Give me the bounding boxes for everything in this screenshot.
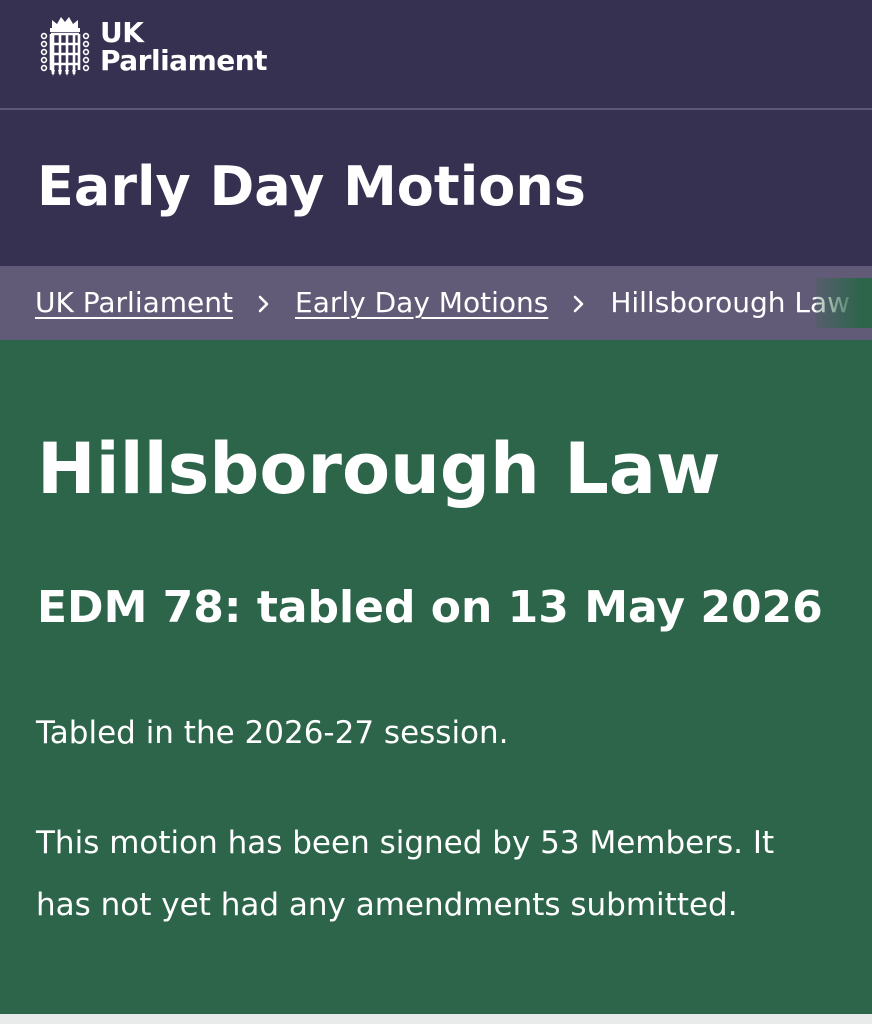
chevron-right-icon — [572, 284, 588, 322]
session-text: Tabled in the 2026-27 session. — [36, 715, 509, 751]
motion-summary: This motion has been signed by 53 Member… — [36, 825, 775, 923]
breadcrumb: UK Parliament Early Day Motions Hillsbor… — [0, 266, 872, 340]
logo-wordmark: UK Parliament — [100, 16, 268, 77]
breadcrumb-scroll-fade — [816, 278, 872, 328]
breadcrumb-link-early-day-motions[interactable]: Early Day Motions — [295, 284, 548, 322]
logo-line-parliament: Parliament — [100, 44, 268, 77]
portcullis-icon — [40, 17, 90, 76]
edm-subtitle: EDM 78: tabled on 13 May 2026 — [37, 582, 823, 633]
breadcrumb-current-page: Hillsborough Law — [610, 286, 851, 319]
section-title: Early Day Motions — [37, 155, 586, 218]
page-title: Hillsborough Law — [37, 428, 721, 510]
page-background-strip — [0, 1014, 872, 1024]
breadcrumb-link-uk-parliament[interactable]: UK Parliament — [35, 284, 233, 322]
logo-line-uk: UK — [100, 16, 144, 49]
site-header: UK Parliament — [0, 0, 872, 110]
uk-parliament-logo-link[interactable]: UK Parliament — [38, 16, 268, 78]
breadcrumb-list: UK Parliament Early Day Motions Hillsbor… — [35, 284, 850, 322]
chevron-right-icon — [257, 284, 273, 322]
